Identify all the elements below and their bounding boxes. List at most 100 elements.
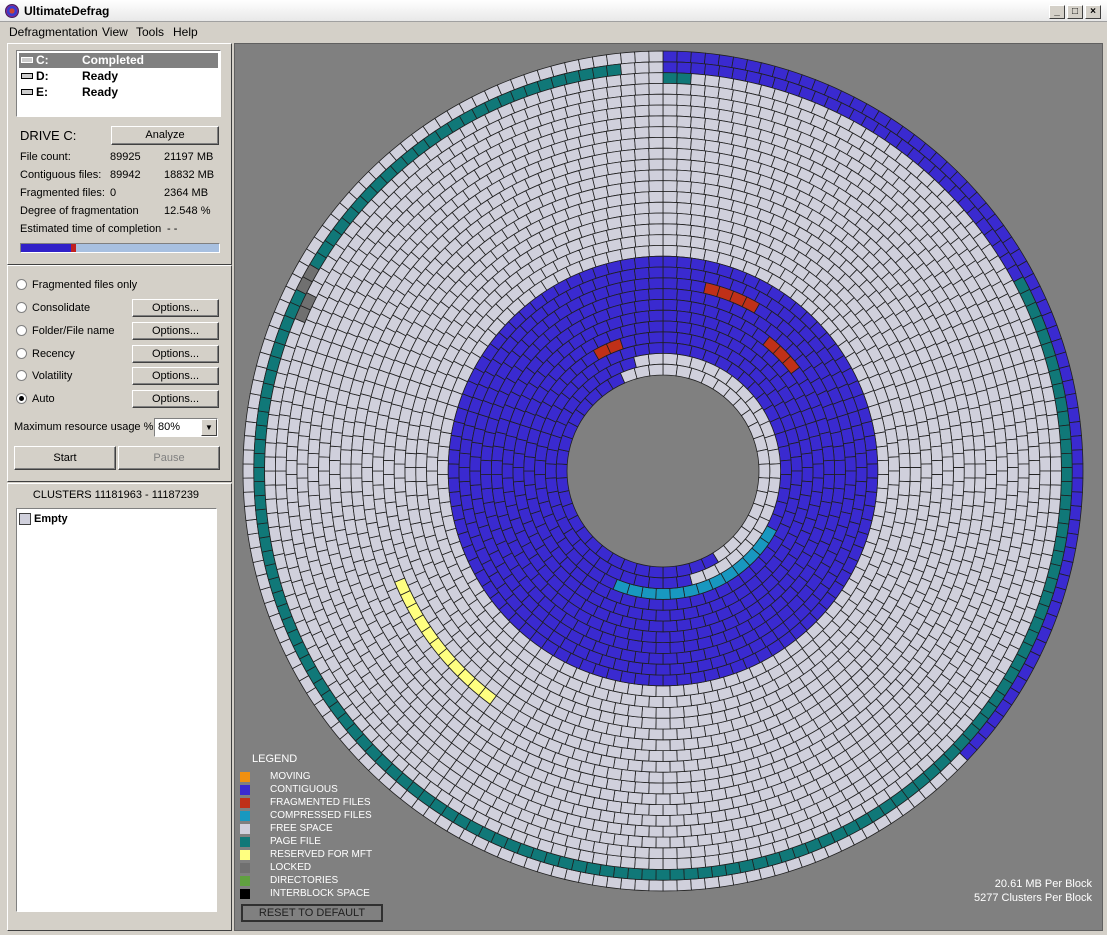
clusters-per-block: 5277 Clusters Per Block [974,892,1092,904]
menu-tools[interactable]: Tools [136,25,164,39]
menu-help[interactable]: Help [173,25,198,39]
cluster-block [1017,463,1030,479]
consolidate-options-button[interactable]: Options... [132,299,219,317]
eta-label: Estimated time of completion [20,223,162,235]
cluster-block [655,717,671,730]
menu-view[interactable]: View [102,25,128,39]
auto-options-button[interactable]: Options... [132,390,219,408]
start-button[interactable]: Start [14,446,116,470]
cluster-block [1037,428,1050,444]
cluster-block [307,452,320,468]
cluster-block [648,201,664,214]
cluster-block [655,868,671,881]
radio-consolidate[interactable] [16,302,27,313]
minimize-button[interactable]: _ [1049,5,1065,19]
cluster-block [1059,494,1072,511]
cluster-block [340,434,354,451]
cluster-block [689,181,707,195]
radio-fragmented-only[interactable] [16,279,27,290]
cluster-block [690,855,707,869]
radio-folder-file-name[interactable] [16,325,27,336]
cluster-block [877,459,890,475]
cluster-block [253,438,267,455]
clusters-list[interactable]: Empty [16,508,217,912]
legend-label: INTERBLOCK SPACE [270,888,370,899]
disk-map-view[interactable]: LEGEND MOVING CONTIGUOUS FRAGMENTED FILES C… [234,43,1103,931]
cluster-block [1026,431,1040,448]
progress-bar [20,243,220,253]
reset-to-default-button[interactable]: RESET TO DEFAULT [241,904,383,922]
cluster-block [886,442,900,458]
cluster-block [1006,467,1019,483]
cluster-block [648,169,664,182]
cluster-block [662,212,678,225]
cluster-block [648,363,664,377]
maximize-button[interactable]: □ [1067,5,1083,19]
cluster-block [690,116,706,130]
cluster-block [648,320,664,333]
cluster-block [983,431,997,448]
cluster-block [1016,491,1029,507]
drive-heading: DRIVE C: [20,128,77,143]
cluster-block [676,878,692,892]
cluster-block [641,630,657,643]
radio-auto[interactable] [16,393,27,404]
folder-file-options-button[interactable]: Options... [132,322,219,340]
recency-options-button[interactable]: Options... [132,345,219,363]
cluster-block [620,116,636,130]
cluster-block [1049,456,1062,472]
close-button[interactable]: × [1085,5,1101,19]
drive-list[interactable]: C: Completed D: Ready E: Ready [16,50,221,117]
cluster-block [648,115,664,128]
free-space-swatch [19,513,31,525]
cluster-block [458,466,471,483]
volatility-options-button[interactable]: Options... [132,367,219,385]
cluster-block [662,234,678,247]
cluster-block [676,126,692,139]
cluster-block [469,470,482,486]
drive-row-d[interactable]: D: Ready [19,69,218,84]
resource-select[interactable]: 80% ▼ [154,418,218,437]
cluster-block [676,694,692,708]
cluster-block [426,484,440,500]
drive-row-c[interactable]: C: Completed [19,53,218,68]
cluster-block [634,878,650,892]
window-title: UltimateDefrag [24,4,110,18]
radio-volatility[interactable] [16,370,27,381]
cluster-block [676,650,693,665]
cluster-block [641,814,657,827]
cluster-block [973,449,987,465]
cluster-block [523,456,536,472]
stat-value: 89942 [110,169,141,181]
cluster-block [627,867,643,881]
cluster-block [984,474,997,490]
radio-recency[interactable] [16,348,27,359]
cluster-block [919,449,933,465]
drive-row-e[interactable]: E: Ready [19,85,218,100]
cluster-block [634,781,650,794]
legend-swatch [240,798,250,808]
cluster-block [534,459,547,476]
cluster-block [669,792,685,805]
cluster-block [501,448,515,465]
chevron-down-icon[interactable]: ▼ [201,419,217,436]
cluster-block [662,674,678,687]
cluster-block [930,474,943,490]
cluster-block [1071,477,1084,493]
legend-swatch [240,876,250,886]
cluster-block [908,480,922,497]
legend-swatch [240,837,250,847]
cluster-block [662,180,678,193]
cluster-block [982,501,996,518]
cluster-block [605,876,623,890]
cluster-block [640,586,657,600]
cluster-block [676,256,693,270]
cluster-block [1038,442,1051,458]
menu-defragmentation[interactable]: Defragmentation [9,25,98,39]
cluster-block [1005,438,1019,455]
cluster-block [909,467,922,483]
cluster-block [648,234,664,247]
pause-button[interactable]: Pause [118,446,220,470]
legend-swatch [240,772,250,782]
analyze-button[interactable]: Analyze [111,126,219,145]
